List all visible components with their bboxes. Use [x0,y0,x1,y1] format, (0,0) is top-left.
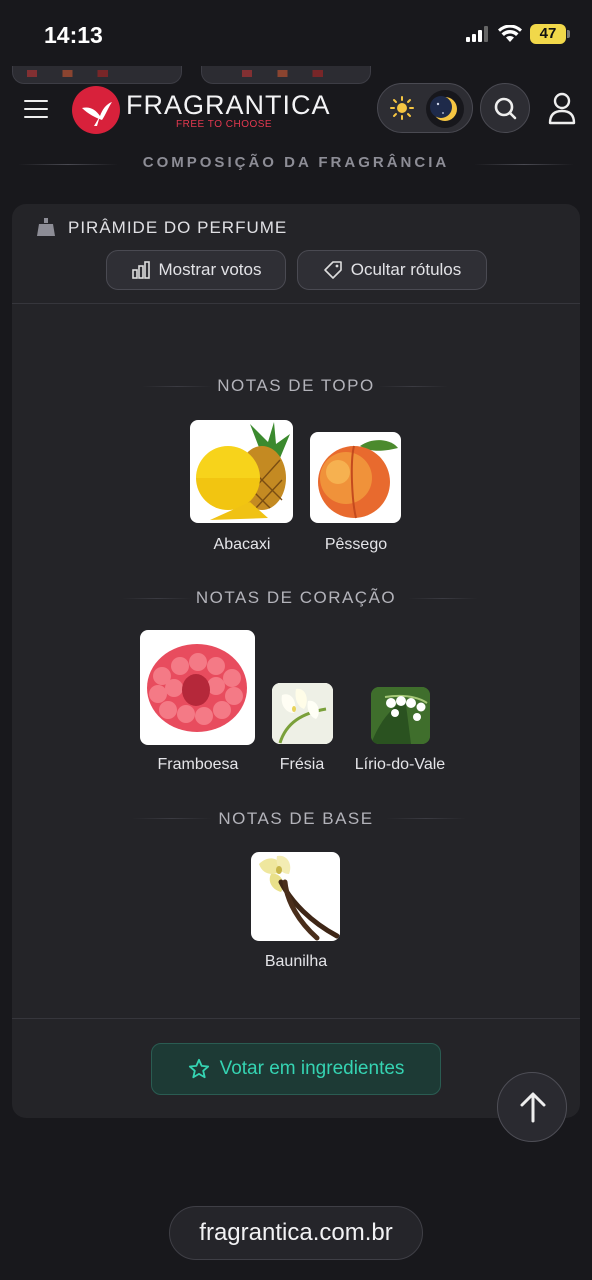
note-label-vanilla: Baunilha [264,953,328,970]
freesia-icon [272,683,333,744]
search-button[interactable] [480,83,530,133]
menu-icon[interactable] [24,100,48,118]
show-votes-button[interactable]: Mostrar votos [106,250,286,290]
heart-notes-title-wrap: NOTAS DE CORAÇÃO [12,588,580,608]
site-logo[interactable]: FRAGRANTICA FREE TO CHOOSE [72,86,331,134]
bar-chart-icon [131,261,150,279]
hummingbird-logo-icon [72,86,120,134]
logo-wordmark: FRAGRANTICA [126,89,331,120]
arrow-up-icon [520,1092,546,1123]
heart-notes-title: NOTAS DE CORAÇÃO [195,588,397,607]
note-label-raspberry: Framboesa [157,756,239,773]
perfume-bottle-icon [37,218,55,236]
show-votes-label: Mostrar votos [158,260,262,279]
battery-indicator: 47 [530,24,570,44]
perfume-pyramid-card: PIRÂMIDE DO PERFUME Mostrar votos Oculta… [12,204,580,1118]
status-bar: 14:13 47 [0,0,592,66]
peach-icon [310,432,401,523]
card-footer-divider [12,1018,580,1019]
top-notes-title: NOTAS DE TOPO [217,376,375,395]
pineapple-icon [190,420,293,523]
base-notes-title-wrap: NOTAS DE BASE [12,809,580,829]
user-account-button[interactable] [544,90,580,126]
section-heading: COMPOSIÇÃO DA FRAGRÂNCIA [0,154,592,176]
sun-icon [390,96,414,120]
note-label-pineapple: Abacaxi [213,536,271,553]
user-icon [548,92,576,125]
scroll-to-top-button[interactable] [497,1072,567,1142]
moon-icon [426,90,464,128]
base-notes-title: NOTAS DE BASE [218,809,374,828]
search-icon [494,97,517,120]
status-time: 14:13 [44,22,103,48]
logo-tagline: FREE TO CHOOSE [176,118,273,130]
signal-icon [466,26,488,42]
star-icon [188,1058,209,1079]
note-label-freesia: Frésia [279,756,325,773]
status-icons: 47 [466,24,570,44]
vanilla-icon [251,852,340,941]
vote-ingredients-button[interactable]: Votar em ingredientes [151,1043,441,1095]
section-title: COMPOSIÇÃO DA FRAGRÂNCIA [142,154,450,171]
theme-toggle[interactable] [377,83,473,133]
hide-labels-button[interactable]: Ocultar rótulos [297,250,487,290]
hide-labels-label: Ocultar rótulos [350,260,462,279]
note-label-lily-of-the-valley: Lírio-do-Vale [354,756,446,773]
pyramid-title: PIRÂMIDE DO PERFUME [68,218,288,237]
browser-url-bar[interactable]: fragrantica.com.br [169,1206,423,1260]
vote-ingredients-label: Votar em ingredientes [219,1058,405,1079]
top-notes-title-wrap: NOTAS DE TOPO [12,376,580,396]
tag-icon [323,261,342,279]
wifi-icon [498,25,522,42]
lily-of-the-valley-icon [371,687,430,744]
card-header: PIRÂMIDE DO PERFUME Mostrar votos Oculta… [12,204,580,304]
raspberry-icon [140,630,255,745]
site-header: FRAGRANTICA FREE TO CHOOSE [0,82,592,138]
note-label-peach: Pêssego [324,536,388,553]
